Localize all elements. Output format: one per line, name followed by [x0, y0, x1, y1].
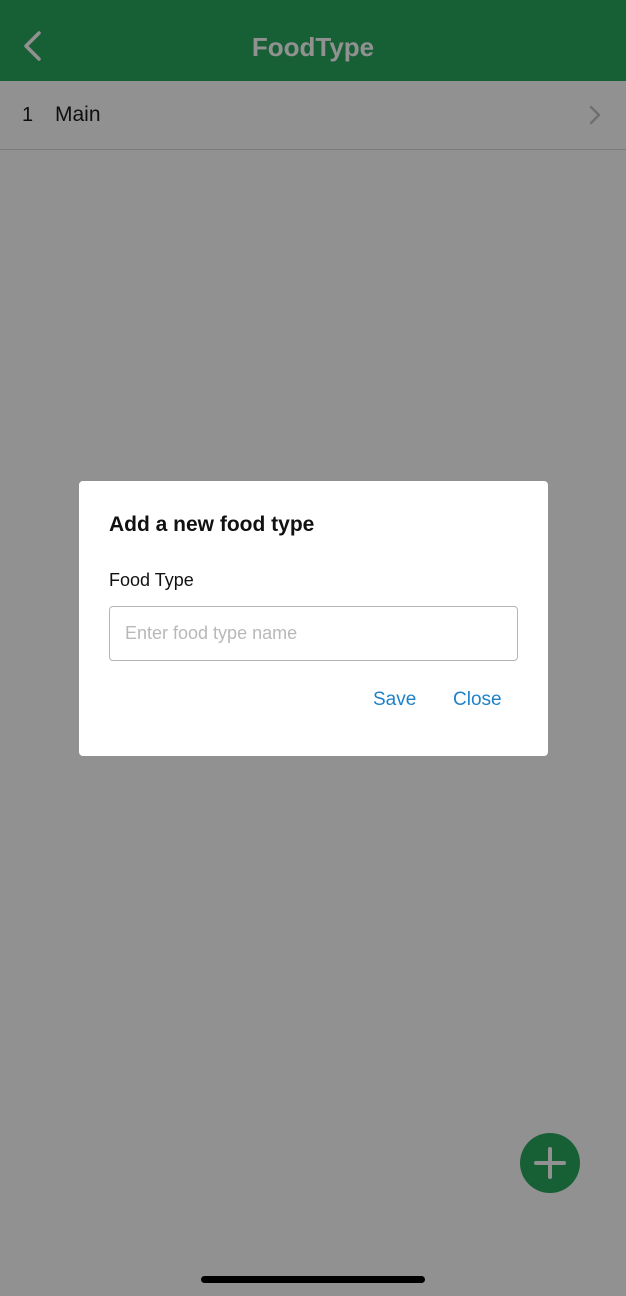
add-food-type-dialog: Add a new food type Food Type Save Close [79, 481, 548, 756]
home-indicator [201, 1276, 425, 1283]
food-type-input[interactable] [109, 606, 518, 661]
save-button[interactable]: Save [373, 687, 416, 713]
food-type-label: Food Type [109, 570, 194, 590]
dialog-title: Add a new food type [109, 513, 315, 536]
close-button[interactable]: Close [453, 687, 502, 713]
